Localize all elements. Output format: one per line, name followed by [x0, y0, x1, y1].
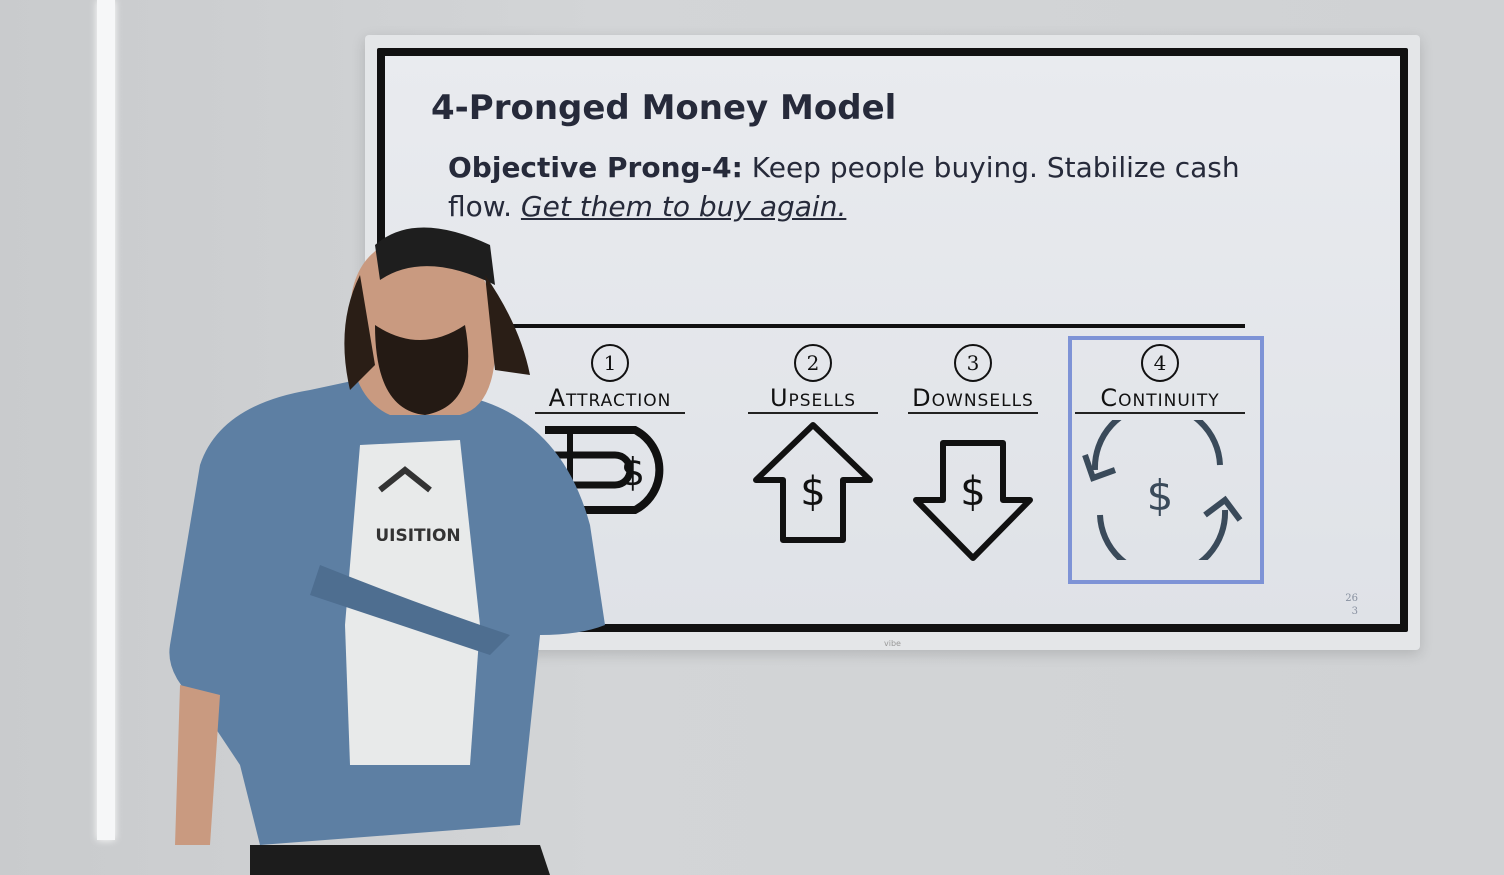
prong-number: 3 [954, 344, 992, 382]
prong-upsells: 2 Upsells $ [748, 344, 878, 545]
page-number: 26 [1345, 593, 1358, 604]
arrow-up-dollar-icon: $ [753, 422, 873, 543]
wall-light-strip [97, 0, 115, 840]
presenter: UISITION [169, 227, 605, 875]
svg-text:$: $ [621, 450, 645, 494]
continuity-highlight [1068, 336, 1264, 584]
shirt-text: UISITION [375, 526, 460, 546]
page-sub: 3 [1351, 606, 1358, 617]
prong-number: 2 [794, 344, 832, 382]
prong-downsells: 3 Downsells $ [908, 344, 1038, 565]
prong-label: Downsells [908, 384, 1038, 414]
arrow-down-dollar-icon: $ [913, 440, 1033, 561]
slide-title: 4-Pronged Money Model [431, 88, 897, 128]
objective-label: Objective Prong-4: [448, 151, 743, 184]
prong-label: Upsells [748, 384, 878, 414]
svg-text:$: $ [800, 469, 825, 515]
slide-page-number: 26 3 [1345, 592, 1358, 618]
svg-text:$: $ [960, 469, 985, 515]
